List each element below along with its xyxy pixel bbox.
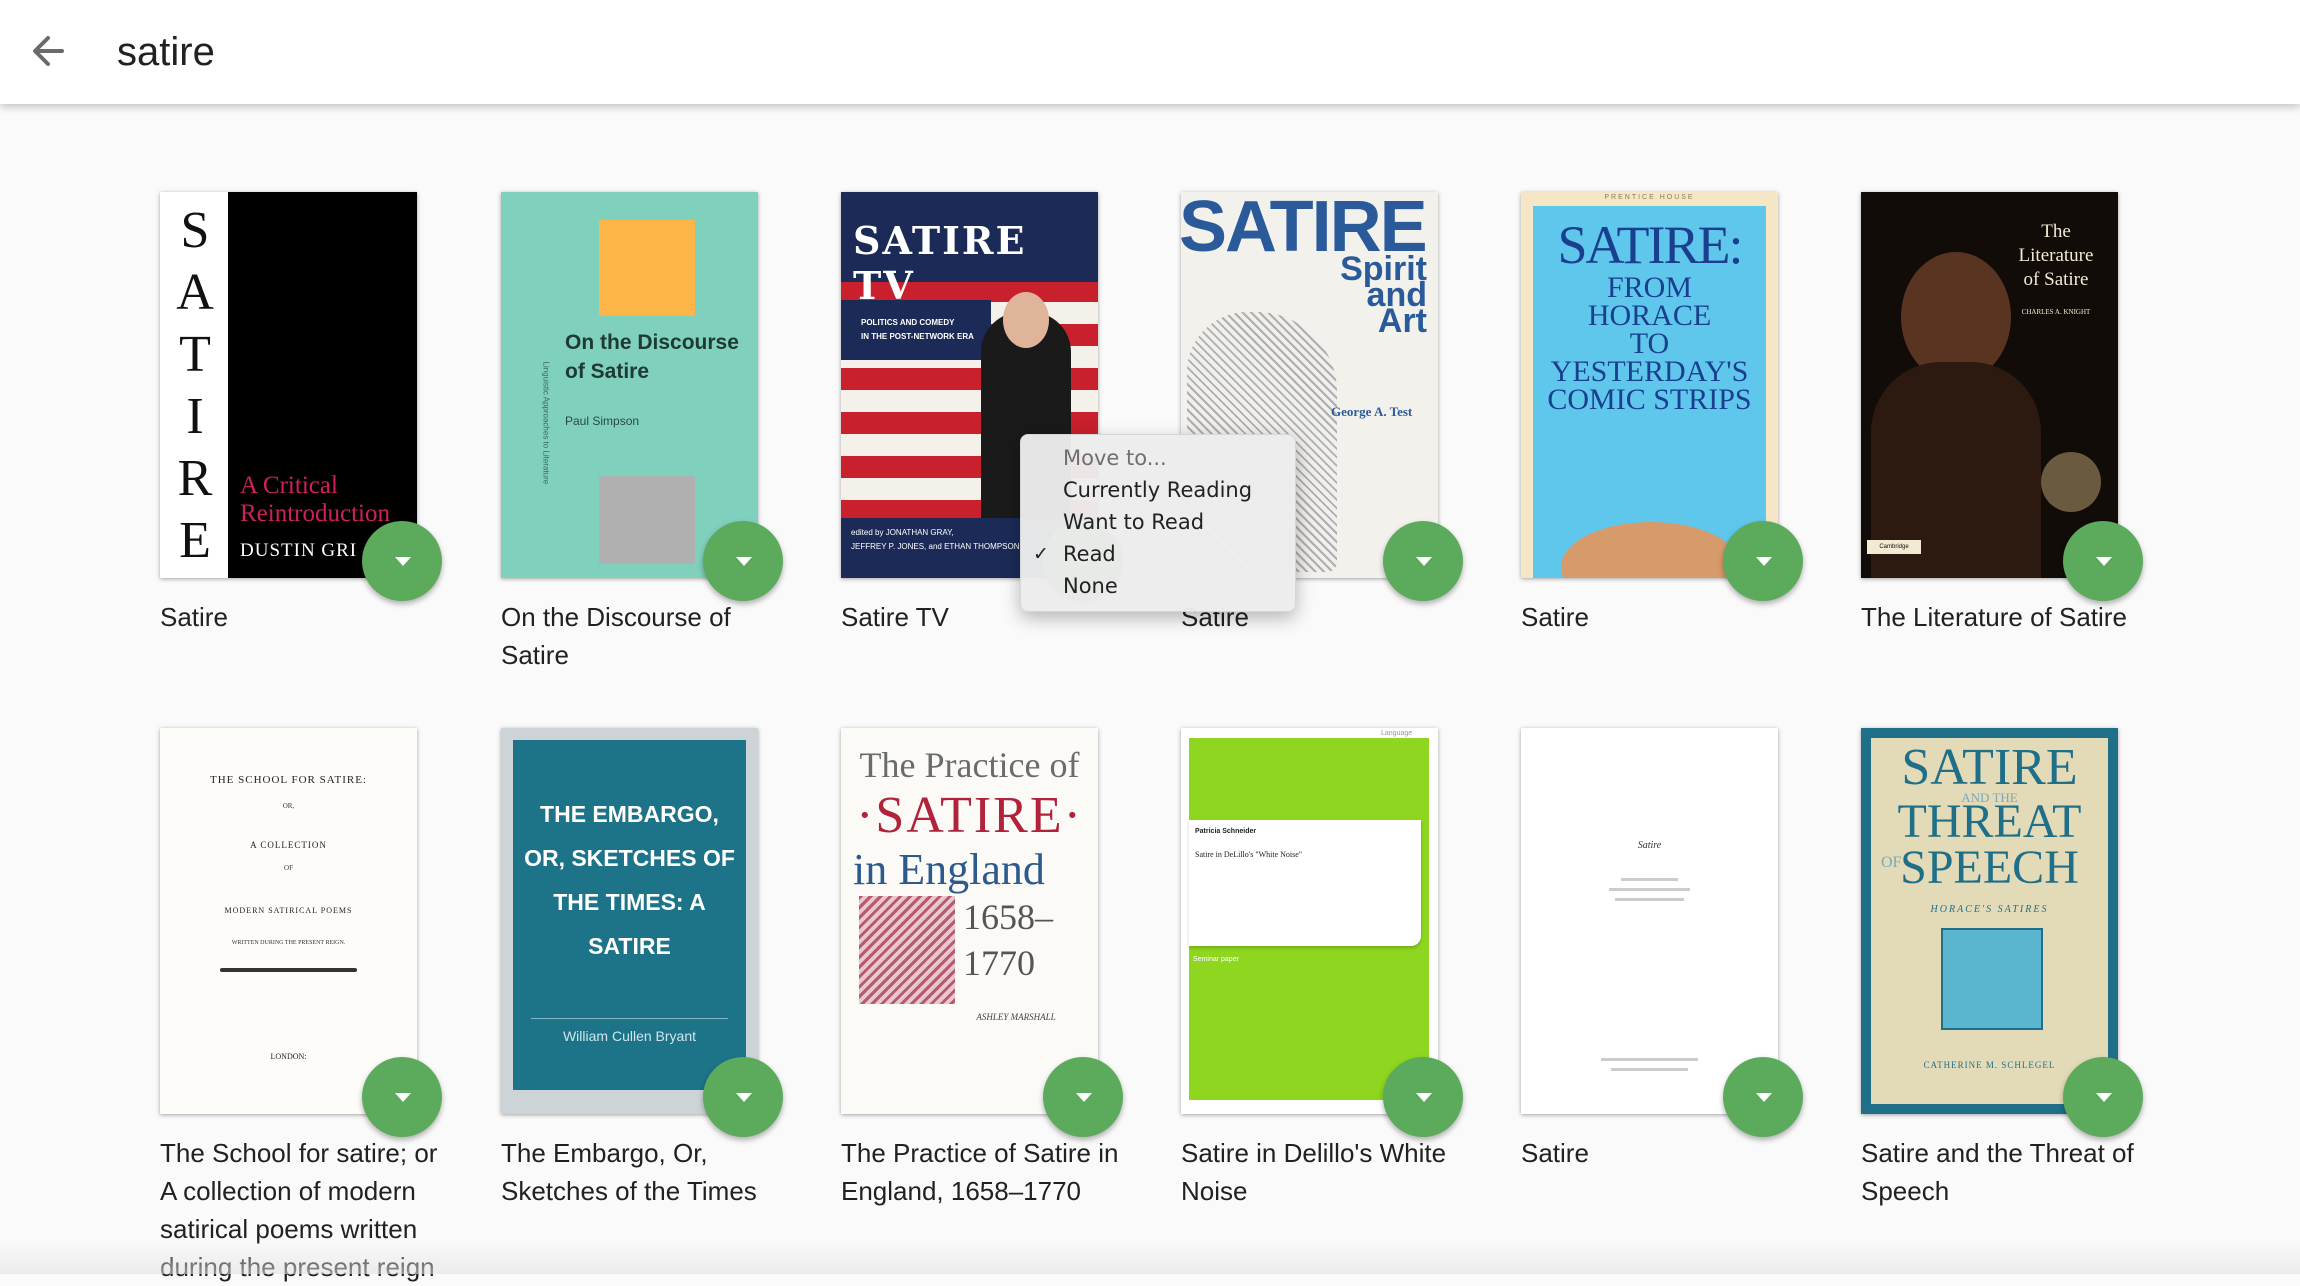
book-cover[interactable]: SATIRE AND THE THREAT OF SPEECH HORACE'S…: [1861, 728, 2118, 1114]
cover-author: CHARLES A. KNIGHT: [2021, 308, 2091, 316]
cover-author: CATHERINE M. SCHLEGEL: [1923, 1060, 2056, 1070]
shelf-dropdown-button[interactable]: [1383, 521, 1463, 601]
cover-title: Satire: [1637, 840, 1662, 851]
book-title[interactable]: The Embargo, Or, Sketches of the Times: [501, 1134, 791, 1210]
shelf-dropdown-button[interactable]: [362, 521, 442, 601]
cover-line: in England: [853, 845, 1045, 894]
cover-imprint: LONDON:: [270, 1052, 307, 1061]
cover-subtitle: A Critical Reintroduction: [240, 472, 390, 527]
cover-line: A COLLECTION: [250, 840, 327, 850]
cover-line: WRITTEN DURING THE PRESENT REIGN.: [231, 940, 346, 946]
book-title[interactable]: The School for satire; or A collection o…: [160, 1134, 450, 1286]
cover-line: OF: [284, 864, 293, 872]
cover-line: ·SATIRE·: [856, 787, 1083, 844]
move-to-menu: Move to... Currently Reading Want to Rea…: [1020, 434, 1296, 612]
shelf-dropdown-button[interactable]: [703, 521, 783, 601]
book-title[interactable]: Satire: [1521, 1134, 1811, 1172]
cover-line: MODERN SATIRICAL POEMS: [224, 906, 353, 915]
book-title[interactable]: The Literature of Satire: [1861, 598, 2151, 636]
shelf-dropdown-button[interactable]: [1383, 1057, 1463, 1137]
cover-title: SATIRE TV: [853, 218, 1027, 308]
book-cover[interactable]: THE SCHOOL FOR SATIRE: OR, A COLLECTION …: [160, 728, 417, 1114]
menu-item-none[interactable]: None: [1063, 571, 1118, 601]
cover-title: Satire in DeLillo's "White Noise": [1195, 850, 1303, 859]
shelf-dropdown-button[interactable]: [2063, 1057, 2143, 1137]
cover-author: ASHLEY MARSHALL: [976, 1012, 1056, 1022]
cover-publisher: PRENTICE HOUSE: [1604, 194, 1695, 201]
cover-series: Linguistic Approaches to Literature: [541, 361, 551, 485]
cover-subtitle: FROM HORACE TO YESTERDAY'S COMIC STRIPS: [1547, 271, 1752, 416]
cover-title: On the Discourse of Satire: [565, 331, 739, 383]
shelf-dropdown-button[interactable]: [703, 1057, 783, 1137]
cover-author: Patricia Schneider: [1195, 828, 1257, 835]
shelf-dropdown-button[interactable]: [2063, 521, 2143, 601]
book-title[interactable]: Satire: [160, 598, 450, 636]
shelf-dropdown-button[interactable]: [1043, 1057, 1123, 1137]
cover-author: William Cullen Bryant: [562, 1028, 697, 1044]
cover-line: SPEECH: [1900, 841, 2079, 894]
checkmark-icon: ✓: [1033, 543, 1049, 565]
cover-years: 1658– 1770: [963, 897, 1053, 983]
cover-publisher: Cambridge: [1867, 540, 1921, 554]
book-title[interactable]: Satire in Delillo's White Noise: [1181, 1134, 1471, 1210]
cover-subtitle: HORACE'S SATIRES: [1930, 904, 2049, 915]
book-title[interactable]: Satire and the Threat of Speech: [1861, 1134, 2151, 1210]
cover-subtitle: Spirit and Art: [1340, 250, 1427, 340]
cover-line: SATIRE: [1901, 739, 2078, 796]
shelf-dropdown-button[interactable]: [1723, 521, 1803, 601]
cover-line: The Practice of: [859, 745, 1080, 785]
top-app-bar: satire: [0, 0, 2300, 104]
menu-item-read[interactable]: Read: [1063, 539, 1116, 569]
cover-subtitle: POLITICS AND COMEDY IN THE POST-NETWORK …: [861, 318, 974, 341]
cover-title: The Literature of Satire: [2018, 221, 2094, 290]
cover-tag: Language: [1381, 730, 1413, 737]
book-cover[interactable]: Satire: [1521, 728, 1778, 1114]
book-title[interactable]: The Practice of Satire in England, 1658–…: [841, 1134, 1131, 1210]
book-cover[interactable]: Language Patricia Schneider Satire in De…: [1181, 728, 1438, 1114]
menu-header: Move to...: [1063, 446, 1167, 470]
cover-author: Paul Simpson: [565, 414, 640, 428]
cover-author: DUSTIN GRI: [240, 540, 358, 561]
cover-title: THE EMBARGO, OR, SKETCHES OF THE TIMES: …: [524, 801, 735, 959]
cover-title: THE SCHOOL FOR SATIRE:: [210, 774, 367, 786]
book-cover[interactable]: The Practice of ·SATIRE· in England 1658…: [841, 728, 1098, 1114]
book-cover[interactable]: THE EMBARGO, OR, SKETCHES OF THE TIMES: …: [501, 728, 758, 1114]
back-arrow-icon[interactable]: [20, 22, 78, 80]
cover-title: SATIRE:: [1557, 215, 1743, 275]
cover-letters: S A T I R E: [176, 202, 214, 569]
shelf-dropdown-button[interactable]: [1723, 1057, 1803, 1137]
book-title[interactable]: Satire: [1521, 598, 1811, 636]
search-query[interactable]: satire: [117, 24, 215, 80]
cover-line: OR,: [282, 802, 295, 810]
book-title[interactable]: On the Discourse of Satire: [501, 598, 791, 674]
cover-editors: edited by JONATHAN GRAY, JEFFREY P. JONE…: [851, 528, 1020, 551]
book-cover[interactable]: PRENTICE HOUSE SATIRE: FROM HORACE TO YE…: [1521, 192, 1778, 578]
shelf-dropdown-button[interactable]: [362, 1057, 442, 1137]
menu-item-currently-reading[interactable]: Currently Reading: [1063, 475, 1252, 505]
cover-label: Seminar paper: [1193, 956, 1239, 963]
menu-item-want-to-read[interactable]: Want to Read: [1063, 507, 1204, 537]
book-cover[interactable]: S A T I R E A Critical Reintroduction DU…: [160, 192, 417, 578]
cover-author: George A. Test: [1331, 404, 1413, 419]
book-cover[interactable]: The Literature of Satire CHARLES A. KNIG…: [1861, 192, 2118, 578]
book-cover[interactable]: On the Discourse of Satire Paul Simpson …: [501, 192, 758, 578]
